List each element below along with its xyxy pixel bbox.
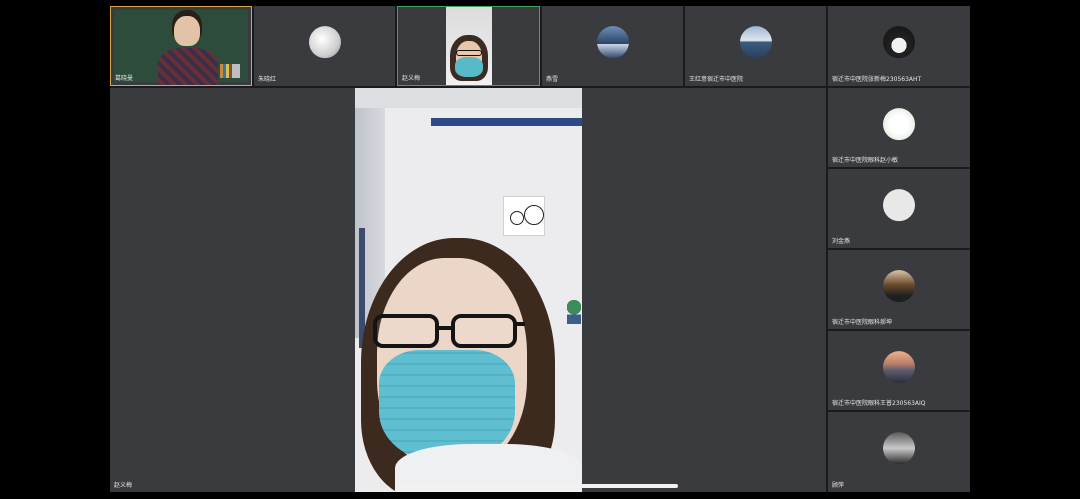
sea-horizon-icon [739,26,772,59]
participant-tile[interactable]: 宿迁市中医院眼科王普230563AIQ [828,331,970,410]
wall-picture [503,196,545,236]
phone-screen: 葛晓曼 朱晓红 赵义梅 燕雪 王红意宿迁市中医院 宿迁市中医院张新梅230563… [0,0,1080,499]
participant-tile[interactable]: 宿迁市中医院眼科赵小敏 [828,88,970,167]
participant-name: 宿迁市中医院张新梅230563AHT [832,76,922,83]
masked-face-video [446,7,492,85]
picture-circle-large [524,205,544,225]
main-speaker-name: 赵义梅 [114,482,133,489]
glasses [456,50,482,56]
ceiling [355,88,582,108]
bookshelf [220,64,240,78]
glasses-right-lens [451,314,517,348]
glasses-arm [515,322,525,326]
main-speaker-video [355,88,582,492]
participant-name: 赵义梅 [402,75,421,82]
default-user-icon [883,188,915,221]
participant-tile-teacher[interactable]: 葛晓曼 [110,6,252,86]
participant-tile[interactable]: 顾萍 [828,412,970,492]
glasses-left-lens [373,314,439,348]
participant-name: 葛晓曼 [115,75,134,82]
participant-tile[interactable]: 王红意宿迁市中医院 [685,6,826,86]
participant-tile[interactable]: 朱晓红 [254,6,395,86]
sunset-icon [883,350,915,383]
participant-name: 燕雪 [546,76,559,83]
plant [567,300,581,324]
participant-name: 刘金燕 [832,238,851,245]
curtain-rail [431,118,582,126]
participant-name: 宿迁市中医院眼科郝坤 [832,319,893,326]
person-photo-icon [883,269,915,302]
participant-tile[interactable]: 宿迁市中医院张新梅230563AHT [828,6,970,86]
dark-photo-icon [883,432,915,465]
participant-name: 宿迁市中医院眼科王普230563AIQ [832,400,926,407]
teacher-video-feed [114,10,248,85]
coffee-cup-icon [883,26,915,59]
participant-name: 王红意宿迁市中医院 [689,76,744,83]
participant-tile[interactable]: 宿迁市中医院眼科郝坤 [828,250,970,329]
participant-tile-active[interactable]: 赵义梅 [397,6,540,86]
participant-tile[interactable]: 刘金燕 [828,169,970,248]
video-meeting-window: 葛晓曼 朱晓红 赵义梅 燕雪 王红意宿迁市中医院 宿迁市中医院张新梅230563… [110,6,970,492]
home-indicator[interactable] [402,484,678,488]
participant-name: 朱晓红 [258,76,277,83]
sphere-icon [308,26,341,59]
participant-name: 宿迁市中医院眼科赵小敏 [832,157,899,164]
picture-circle-small [510,211,524,225]
participant-tile[interactable]: 燕雪 [542,6,683,86]
face-mask [455,57,483,77]
city-night-icon [596,26,629,59]
flower-icon [883,107,915,140]
teacher-body [158,48,218,85]
teacher-head [174,16,200,46]
glasses-bridge [437,326,453,330]
participant-name: 顾萍 [832,482,845,489]
